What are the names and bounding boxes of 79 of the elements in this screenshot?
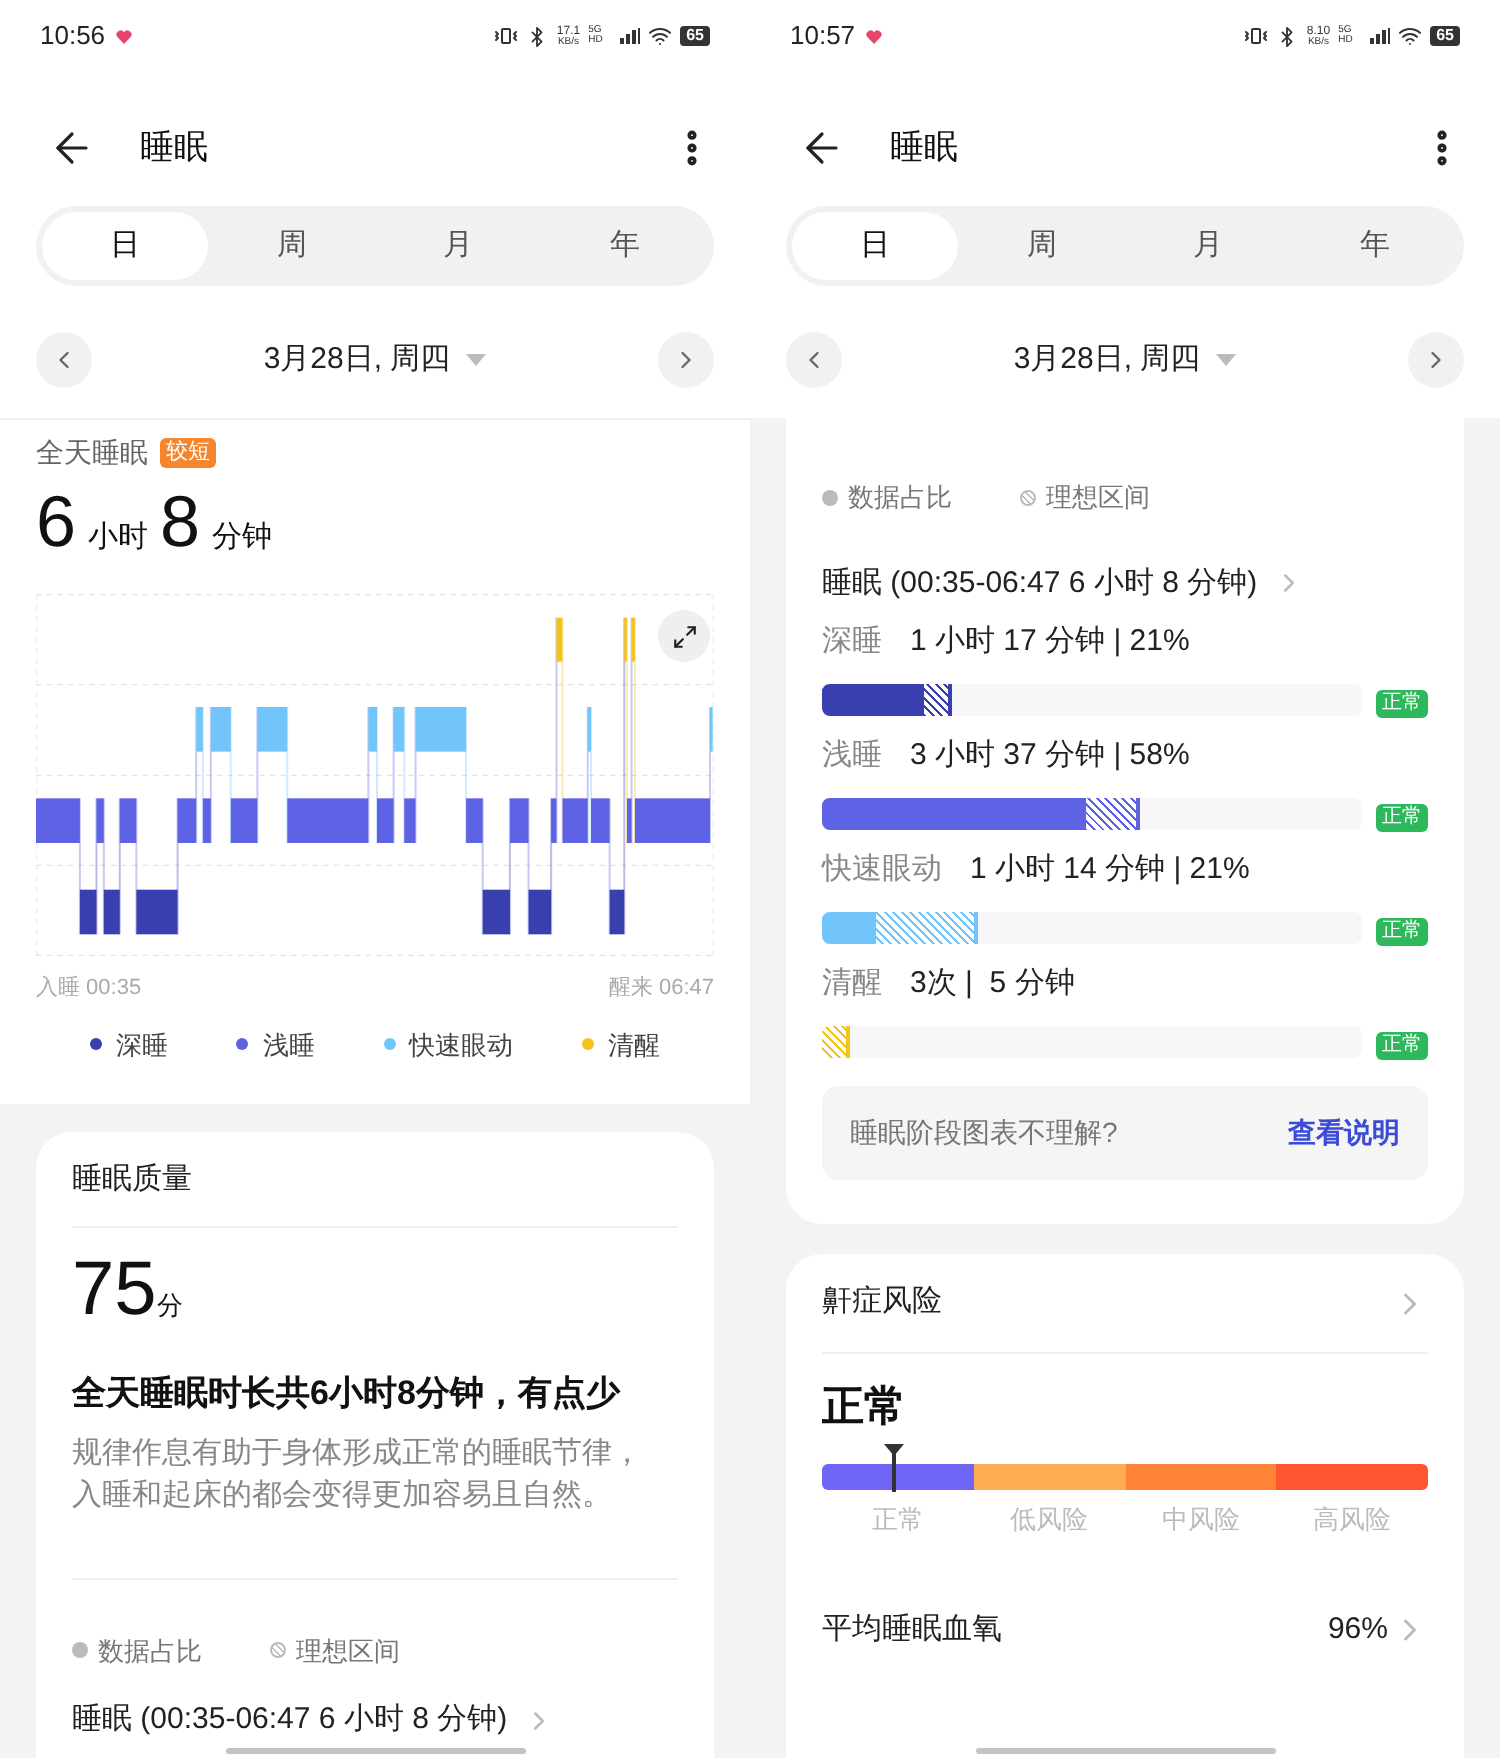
view-explanation-link[interactable]: 查看说明 [1288,1112,1400,1154]
help-text: 睡眠阶段图表不理解? [850,1114,1118,1152]
period-tab[interactable]: 年 [1291,212,1458,280]
date-label[interactable]: 3月28日, 周四 [263,337,451,383]
period-tab[interactable]: 月 [375,212,542,280]
stage-label: 清醒 [822,963,882,1004]
risk-level-label: 高风险 [1311,1502,1394,1538]
risk-result: 正常 [822,1382,908,1434]
quality-description: 规律作息有助于身体形成正常的睡眠节律，入睡和起床的都会变得更加容易且自然。 [72,1433,644,1515]
page-title: 睡眠 [890,126,958,171]
legend-label: 数据占比 [848,480,952,516]
minutes-value: 8 [160,486,201,558]
stage-value: 1 小时 17 分钟 | 21% [910,621,1190,662]
next-day-button[interactable] [1408,332,1464,388]
battery-indicator: 65 [1430,26,1460,46]
legend-label: 理想区间 [296,1633,400,1669]
period-tab[interactable]: 周 [208,212,375,280]
period-tab[interactable]: 日 [792,212,959,280]
risk-level-label: 正常 [869,1502,926,1538]
card-title: 鼾症风险 [822,1282,942,1323]
legend-label: 理想区间 [1046,480,1150,516]
spo2-label: 平均睡眠血氧 [822,1609,1002,1649]
stage-label: 深睡 [822,621,882,662]
legend-label: 快速眼动 [409,1027,514,1063]
heart-icon [115,29,132,43]
expand-button[interactable] [658,610,710,662]
period-tab[interactable]: 月 [1125,212,1292,280]
dropdown-icon[interactable] [1216,354,1237,366]
vibrate-icon [1244,24,1269,48]
page-title: 睡眠 [140,126,208,171]
next-day-button[interactable] [658,332,714,388]
legend-label: 深睡 [116,1027,169,1063]
period-tab[interactable]: 周 [958,212,1125,280]
wake-time: 醒来 06:47 [608,974,714,1004]
status-time: 10:56 [40,18,106,55]
previous-day-button[interactable] [786,332,842,388]
summary-label: 全天睡眠 [36,434,148,472]
status-time: 10:57 [790,18,856,55]
score-value: 75 [72,1252,157,1328]
signal-icon [1370,28,1391,44]
legend-label: 清醒 [607,1027,660,1063]
minutes-unit: 分钟 [212,518,273,558]
stage-label: 快速眼动 [822,849,942,890]
bluetooth-icon [1276,25,1299,47]
normal-badge: 正常 [1376,690,1428,718]
ideal-range-icon [270,1642,286,1659]
ideal-range-icon [1020,489,1036,506]
risk-level-label: 中风险 [1159,1502,1242,1538]
legend-label: 浅睡 [262,1027,315,1063]
period-tab[interactable]: 日 [42,212,209,280]
previous-day-button[interactable] [36,332,92,388]
spo2-value: 96% [1327,1609,1388,1649]
dropdown-icon[interactable] [466,354,487,366]
risk-level-label: 低风险 [1008,1502,1091,1538]
period-tab[interactable]: 年 [541,212,708,280]
sleep-start-time: 入睡 00:35 [36,974,142,1004]
battery-indicator: 65 [680,26,710,46]
stage-value: 3次 | 5 分钟 [910,963,1075,1004]
short-badge: 较短 [160,438,216,468]
hours-value: 6 [36,486,77,558]
sleep-period[interactable]: 睡眠 (00:35-06:47 6 小时 8 分钟) [72,1698,508,1743]
stage-label: 浅睡 [822,735,882,776]
legend-label: 数据占比 [98,1633,202,1669]
normal-badge: 正常 [1376,1032,1428,1060]
stage-value: 1 小时 14 分钟 | 21% [970,849,1250,890]
bluetooth-icon [526,25,549,47]
signal-icon [620,28,641,44]
normal-badge: 正常 [1376,918,1428,946]
expand-icon [671,623,697,649]
sleep-period[interactable]: 睡眠 (00:35-06:47 6 小时 8 分钟) [822,561,1258,606]
heart-icon [865,29,882,43]
quality-headline: 全天睡眠时长共6小时8分钟，有点少 [72,1372,623,1416]
normal-badge: 正常 [1376,804,1428,832]
score-unit: 分 [156,1288,183,1324]
stage-value: 3 小时 37 分钟 | 58% [910,735,1190,776]
date-label[interactable]: 3月28日, 周四 [1013,337,1201,383]
vibrate-icon [494,24,519,48]
hours-unit: 小时 [88,518,149,558]
card-title: 睡眠质量 [72,1160,192,1201]
